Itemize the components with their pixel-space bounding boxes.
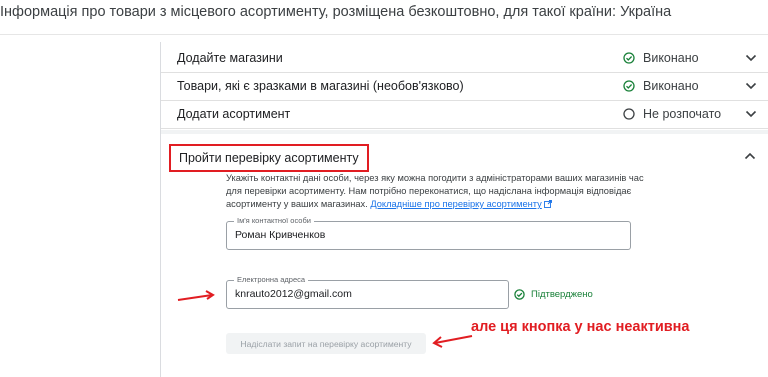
annotation-arrow-button <box>432 335 473 348</box>
section-title-inventory-verification[interactable]: Пройти перевірку асортименту <box>169 144 369 172</box>
email-field[interactable]: Електронна адреса knrauto2012@gmail.com <box>226 275 509 309</box>
step-status-add-stores: Виконано <box>623 51 699 65</box>
learn-more-link[interactable]: Докладніше про перевірку асортименту <box>370 199 541 209</box>
empty-circle-icon <box>623 108 635 120</box>
title-divider <box>0 34 768 35</box>
chevron-up-icon[interactable] <box>743 149 757 163</box>
status-text: Не розпочато <box>643 107 722 121</box>
section-description: Укажіть контактні дані особи, через яку … <box>226 172 646 211</box>
status-text: Виконано <box>643 51 699 65</box>
status-text: Виконано <box>643 79 699 93</box>
step-label: Товари, які є зразками в магазині (необо… <box>177 79 464 93</box>
verified-text: Підтверджено <box>531 289 593 300</box>
step-status-add-inventory: Не розпочато <box>623 107 721 121</box>
contact-name-field[interactable]: Ім'я контактної особи Роман Кривченков <box>226 216 631 250</box>
contact-name-value: Роман Кривченков <box>235 229 326 241</box>
email-value: knrauto2012@gmail.com <box>235 288 352 300</box>
page-title: Інформація про товари з місцевого асорти… <box>0 4 672 20</box>
email-verified-status: Підтверджено <box>514 289 593 300</box>
contact-name-label: Ім'я контактної особи <box>234 216 314 225</box>
annotation-text: але ця кнопка у нас неактивна <box>471 319 690 335</box>
section-title: Пройти перевірку асортименту <box>179 151 359 165</box>
step-label: Додайте магазини <box>177 51 283 65</box>
chevron-down-icon[interactable] <box>744 107 758 121</box>
section-divider <box>161 130 768 134</box>
annotation-arrow-email <box>177 290 215 301</box>
chevron-down-icon[interactable] <box>744 79 758 93</box>
check-circle-icon <box>623 80 635 92</box>
chevron-down-icon[interactable] <box>744 51 758 65</box>
check-circle-icon <box>514 289 525 300</box>
step-status-sample-products: Виконано <box>623 79 699 93</box>
check-circle-icon <box>623 52 635 64</box>
step-label: Додати асортимент <box>177 107 291 121</box>
email-label: Електронна адреса <box>234 275 309 284</box>
submit-verification-request-button[interactable]: Надіслати запит на перевірку асортименту <box>226 333 426 354</box>
external-link-icon <box>543 200 552 208</box>
